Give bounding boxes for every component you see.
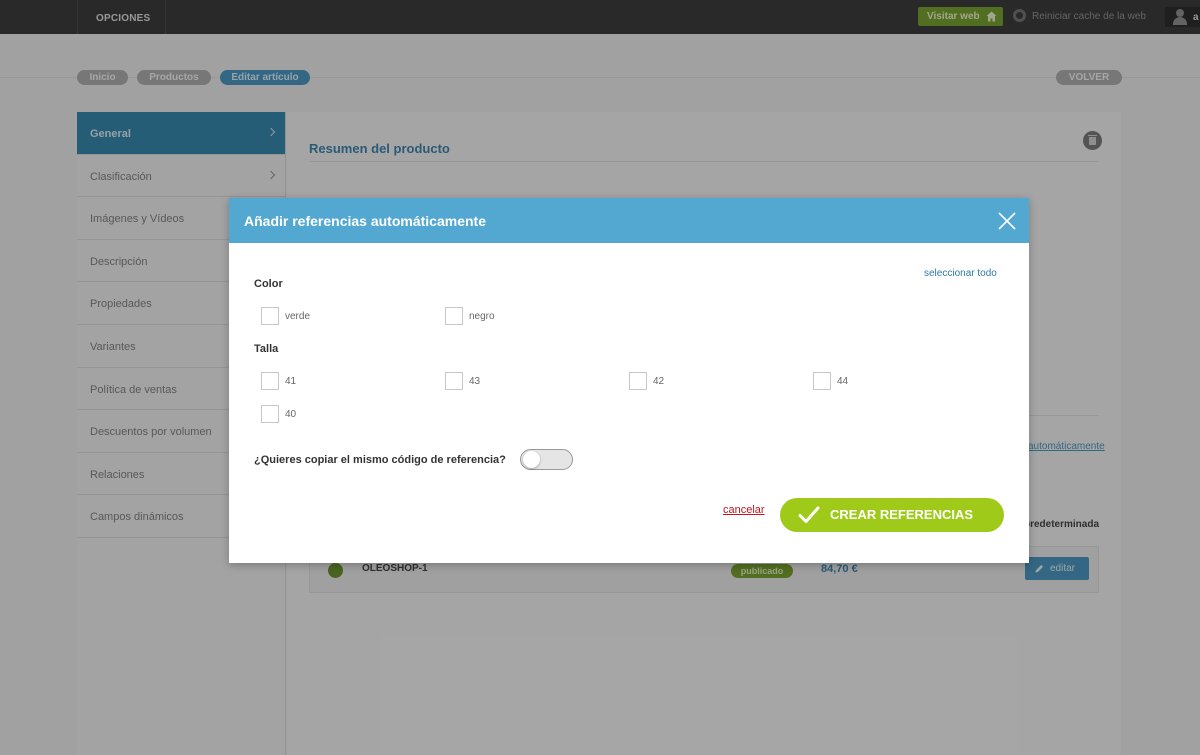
option-label: 43: [469, 376, 481, 387]
color-group-label: Color: [254, 278, 283, 290]
create-references-label: CREAR REFERENCIAS: [830, 507, 974, 522]
checkbox[interactable]: [445, 372, 463, 390]
check-icon: [798, 506, 820, 523]
modal-header: Añadir referencias automáticamente: [229, 198, 1029, 243]
option-label: 44: [837, 376, 849, 387]
checkbox[interactable]: [261, 372, 279, 390]
option-label: 40: [285, 409, 297, 420]
checkbox[interactable]: [445, 307, 463, 325]
option-label: negro: [469, 311, 495, 322]
add-references-modal: Añadir referencias automáticamente selec…: [229, 198, 1029, 563]
option-label: 42: [653, 376, 665, 387]
toggle-knob: [523, 451, 540, 468]
copy-code-toggle[interactable]: [520, 449, 573, 470]
close-icon[interactable]: [997, 211, 1017, 231]
copy-code-question: ¿Quieres copiar el mismo código de refer…: [254, 454, 506, 466]
select-all-link[interactable]: seleccionar todo: [924, 268, 997, 279]
checkbox[interactable]: [629, 372, 647, 390]
create-references-button[interactable]: CREAR REFERENCIAS: [780, 498, 1004, 532]
option-label: verde: [285, 311, 311, 322]
size-group-label: Talla: [254, 343, 279, 355]
option-label: 41: [285, 376, 297, 387]
checkbox[interactable]: [261, 405, 279, 423]
checkbox[interactable]: [813, 372, 831, 390]
checkbox[interactable]: [261, 307, 279, 325]
cancel-link[interactable]: cancelar: [723, 504, 765, 516]
modal-title: Añadir referencias automáticamente: [244, 213, 486, 229]
